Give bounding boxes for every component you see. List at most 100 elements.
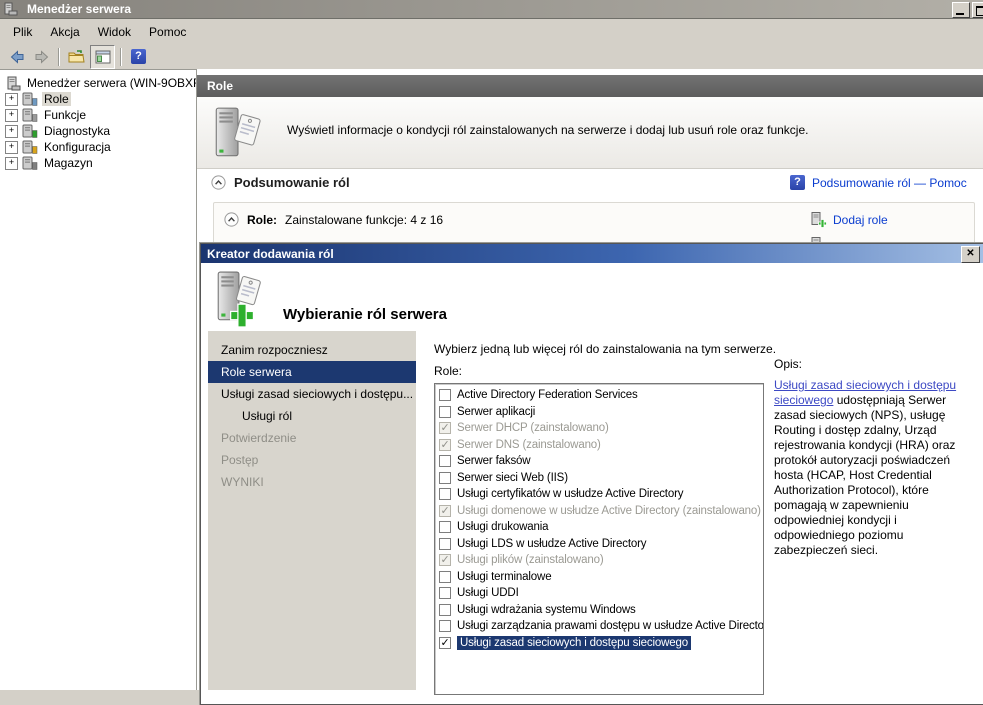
server-manager-icon bbox=[6, 76, 21, 91]
help-button[interactable]: ? bbox=[127, 46, 150, 68]
wizard-steps: Zanim rozpoczniesz Role serwera Usługi zas… bbox=[208, 331, 416, 690]
description-label: Opis: bbox=[774, 357, 803, 371]
roles-summary-help-link[interactable]: Podsumowanie ról — Pomoc bbox=[812, 176, 967, 190]
checkbox-checked-icon[interactable]: ✓ bbox=[439, 636, 451, 649]
tree-item-role[interactable]: + Role bbox=[5, 91, 196, 107]
checkbox-unchecked-icon[interactable] bbox=[439, 471, 451, 484]
tree-item-funkcje[interactable]: + Funkcje bbox=[5, 107, 196, 123]
pane-header: Role bbox=[197, 75, 983, 97]
roles-listbox[interactable]: Active Directory Federation Services Serw… bbox=[434, 383, 764, 695]
dialog-close-button[interactable]: ✕ bbox=[961, 246, 980, 263]
open-console-button[interactable] bbox=[65, 46, 88, 68]
checkbox-unchecked-icon[interactable] bbox=[439, 389, 451, 402]
wizard-step-role-serwera[interactable]: Role serwera bbox=[208, 361, 416, 383]
role-row[interactable]: ✓ Usługi domenowe w usłudze Active Direct… bbox=[435, 503, 763, 520]
pane-title: Role bbox=[207, 79, 234, 93]
checkbox-checked-icon: ✓ bbox=[439, 554, 451, 567]
checkbox-checked-icon: ✓ bbox=[439, 422, 451, 435]
tree-root[interactable]: Menedżer serwera (WIN-9OBXFQV bbox=[6, 75, 196, 91]
wizard-step-post-p[interactable]: Postęp bbox=[208, 449, 416, 471]
show-console-tree-button[interactable] bbox=[90, 44, 115, 69]
role-row[interactable]: Usługi wdrażania systemu Windows bbox=[435, 602, 763, 619]
expand-plus-icon[interactable]: + bbox=[5, 124, 18, 138]
role-row[interactable]: Active Directory Federation Services bbox=[435, 387, 763, 404]
menu-action[interactable]: Akcja bbox=[41, 22, 88, 42]
tree-item-label: Role bbox=[42, 92, 71, 106]
folder-icon bbox=[68, 50, 85, 63]
tree-item-diagnostyka[interactable]: + Diagnostyka bbox=[5, 123, 196, 139]
tree-item-label: Funkcje bbox=[44, 108, 87, 122]
role-description-text: udostępniają Serwer zasad sieciowych (NP… bbox=[774, 393, 956, 557]
expand-plus-icon[interactable]: + bbox=[5, 140, 18, 154]
menu-help[interactable]: Pomoc bbox=[140, 22, 195, 42]
back-button[interactable] bbox=[5, 46, 28, 68]
installed-roles-label: Role: bbox=[247, 212, 277, 227]
menu-file[interactable]: Plik bbox=[4, 22, 41, 42]
role-row[interactable]: Serwer sieci Web (IIS) bbox=[435, 470, 763, 487]
expand-plus-icon[interactable]: + bbox=[5, 92, 18, 106]
checkbox-unchecked-icon[interactable] bbox=[439, 537, 451, 550]
role-label: Usługi zarządzania prawami dostępu w usł… bbox=[457, 620, 764, 633]
console-tree: Menedżer serwera (WIN-9OBXFQV + Role + Funk… bbox=[0, 70, 197, 690]
checkbox-unchecked-icon[interactable] bbox=[439, 587, 451, 600]
tree-root-label: Menedżer serwera (WIN-9OBXFQV bbox=[27, 76, 196, 90]
role-description: Opis: Usługi zasad sieciowych i dostępu … bbox=[774, 357, 979, 558]
tree-item-magazyn[interactable]: + Magazyn bbox=[5, 155, 196, 171]
collapse-chevron-icon[interactable] bbox=[224, 212, 239, 227]
help-icon: ? bbox=[790, 175, 805, 190]
role-row[interactable]: Usługi drukowania bbox=[435, 519, 763, 536]
role-row[interactable]: Serwer faksów bbox=[435, 453, 763, 470]
checkbox-unchecked-icon[interactable] bbox=[439, 570, 451, 583]
role-row[interactable]: Usługi terminalowe bbox=[435, 569, 763, 586]
role-label: Active Directory Federation Services bbox=[457, 389, 638, 402]
wizard-step-wyniki[interactable]: WYNIKI bbox=[208, 471, 416, 493]
collapse-chevron-icon[interactable] bbox=[211, 175, 226, 190]
remove-roles-icon-partial[interactable] bbox=[811, 237, 827, 242]
role-label: Usługi drukowania bbox=[457, 521, 549, 534]
wizard-step-zanim-rozpoczniesz[interactable]: Zanim rozpoczniesz bbox=[208, 339, 416, 361]
maximize-icon bbox=[976, 6, 983, 16]
checkbox-unchecked-icon[interactable] bbox=[439, 455, 451, 468]
roles-hero-text: Wyświetl informacje o kondycji ról zains… bbox=[287, 123, 809, 137]
installed-roles-value: Zainstalowane funkcje: 4 z 16 bbox=[285, 212, 444, 227]
forward-button[interactable] bbox=[30, 46, 53, 68]
role-row[interactable]: Usługi certyfikatów w usłudze Active Dir… bbox=[435, 486, 763, 503]
role-label: Usługi UDDI bbox=[457, 587, 519, 600]
checkbox-unchecked-icon[interactable] bbox=[439, 405, 451, 418]
add-roles-link[interactable]: Dodaj role bbox=[833, 213, 888, 227]
tree-item-konfiguracja[interactable]: + Konfiguracja bbox=[5, 139, 196, 155]
maximize-button[interactable] bbox=[972, 2, 983, 18]
roles-summary-help[interactable]: ? Podsumowanie ról — Pomoc bbox=[790, 175, 967, 190]
checkbox-checked-icon: ✓ bbox=[439, 438, 451, 451]
checkbox-unchecked-icon[interactable] bbox=[439, 620, 451, 633]
checkbox-unchecked-icon[interactable] bbox=[439, 603, 451, 616]
minimize-button[interactable] bbox=[952, 2, 970, 18]
wizard-page-heading: Wybieranie ról serwera bbox=[283, 306, 447, 323]
role-row[interactable]: Usługi zarządzania prawami dostępu w usł… bbox=[435, 618, 763, 635]
role-row[interactable]: Usługi UDDI bbox=[435, 585, 763, 602]
expand-plus-icon[interactable]: + bbox=[5, 156, 18, 170]
role-row[interactable]: Usługi LDS w usłudze Active Directory bbox=[435, 536, 763, 553]
diagnostics-icon bbox=[22, 124, 38, 139]
toolbar-separator bbox=[120, 47, 122, 66]
role-label: Serwer DHCP (zainstalowano) bbox=[457, 422, 609, 435]
add-roles-link-row[interactable]: Dodaj role bbox=[811, 212, 888, 228]
back-arrow-icon bbox=[10, 49, 23, 64]
wizard-step-potwierdzenie[interactable]: Potwierdzenie bbox=[208, 427, 416, 449]
expand-plus-icon[interactable]: + bbox=[5, 108, 18, 122]
role-row[interactable]: ✓ Usługi plików (zainstalowano) bbox=[435, 552, 763, 569]
features-icon bbox=[22, 108, 38, 123]
role-label: Serwer aplikacji bbox=[457, 405, 536, 418]
role-row[interactable]: ✓ Serwer DHCP (zainstalowano) bbox=[435, 420, 763, 437]
role-row[interactable]: ✓ Serwer DNS (zainstalowano) bbox=[435, 437, 763, 454]
menu-view[interactable]: Widok bbox=[89, 22, 140, 42]
configuration-icon bbox=[22, 140, 38, 155]
checkbox-unchecked-icon[interactable] bbox=[439, 521, 451, 534]
role-label: Usługi LDS w usłudze Active Directory bbox=[457, 537, 647, 550]
wizard-step-us-ugi-r-l[interactable]: Usługi ról bbox=[208, 405, 416, 427]
window-title: Menedżer serwera bbox=[27, 2, 132, 16]
role-row[interactable]: Serwer aplikacji bbox=[435, 404, 763, 421]
wizard-step-us-ugi-zasad-sieciowych-i-dost-pu-[interactable]: Usługi zasad sieciowych i dostępu... bbox=[208, 383, 416, 405]
checkbox-unchecked-icon[interactable] bbox=[439, 488, 451, 501]
role-row[interactable]: ✓ Usługi zasad sieciowych i dostępu sieci… bbox=[435, 635, 763, 652]
